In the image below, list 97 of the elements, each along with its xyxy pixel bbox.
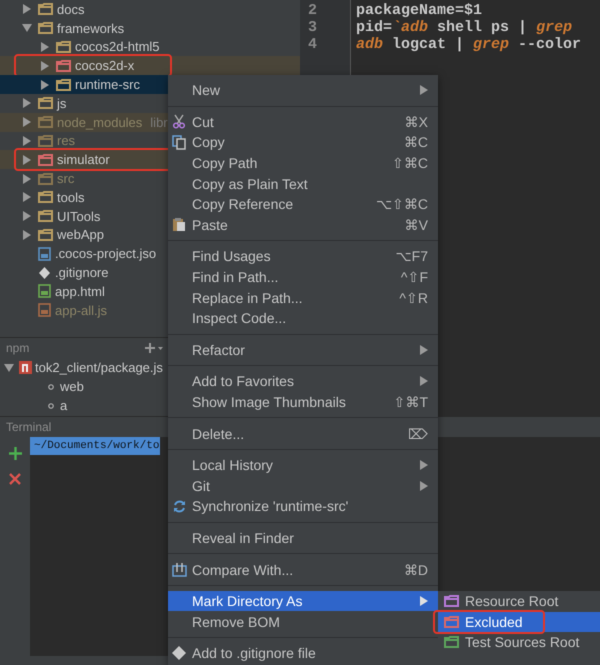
tree-item-label: app-all.js [55, 302, 108, 318]
menu-item[interactable]: Git [168, 476, 438, 496]
tree-item-label: frameworks [57, 20, 124, 36]
shortcut-label: ⇧⌘T [393, 394, 428, 410]
folder-icon [38, 172, 53, 185]
menu-item[interactable]: Local History [168, 454, 438, 476]
menu-item[interactable]: Paste ⌘V [168, 214, 438, 236]
menu-item[interactable]: Reveal in Finder [168, 528, 438, 548]
copy-icon [172, 134, 186, 150]
folder-icon [38, 228, 53, 241]
folder-icon [38, 116, 53, 128]
shortcut-label: ⌥⇧⌘C [376, 196, 428, 212]
tree-item-label: runtime-src [75, 77, 140, 92]
folder-icon [38, 3, 53, 16]
folder-icon [38, 191, 53, 204]
folder-icon [56, 40, 71, 53]
shortcut-label: ⌘D [404, 562, 428, 578]
tree-item-label: cocos2d-x [75, 58, 134, 74]
tree-item-label: js [57, 96, 66, 111]
menu-item[interactable]: Add to .gitignore file [168, 643, 438, 664]
menu-item[interactable]: Synchronize 'runtime-src' [168, 496, 438, 517]
line-number: 3 [307, 19, 318, 36]
line-number: 2 [307, 2, 318, 19]
menu-item[interactable]: Copy Reference ⌥⇧⌘C [168, 194, 438, 215]
scissors-icon [172, 114, 186, 130]
tree-item-label: UITools [57, 208, 100, 224]
shortcut-label: ^⇧F [400, 269, 428, 286]
folder-icon [444, 595, 459, 608]
menu-item[interactable]: Resource Root [438, 591, 600, 612]
menu-item[interactable]: Inspect Code... [168, 308, 438, 329]
tree-item-label: .gitignore [55, 265, 108, 280]
tree-item-label: cocos2d-html5 [75, 39, 160, 54]
tree-item-label: simulator [57, 152, 110, 168]
menu-item[interactable]: Add to Favorites [168, 371, 438, 392]
folder-icon [38, 210, 53, 222]
folder-icon [38, 134, 53, 147]
add-dropdown-icon[interactable] [144, 342, 164, 354]
script-item[interactable]: a [60, 398, 68, 414]
expanded-arrow-icon[interactable] [22, 23, 34, 34]
tree-item[interactable]: docs [0, 0, 300, 19]
menu-item[interactable]: Show Image Thumbnails ⇧⌘T [168, 392, 438, 412]
menu-item[interactable]: Remove BOM [168, 611, 438, 632]
shortcut-label: ⌦ [408, 426, 428, 442]
tree-item-label: res [57, 133, 76, 148]
folder-icon [38, 97, 53, 110]
panel-title: npm [6, 341, 30, 356]
menu-item[interactable]: Compare With... ⌘D [168, 559, 438, 580]
package-icon [19, 361, 32, 374]
terminal-tab[interactable]: ~/Documents/work/to [30, 437, 160, 455]
expanded-arrow-icon[interactable] [4, 362, 16, 373]
menu-item[interactable]: Copy as Plain Text [168, 173, 438, 194]
tree-item-label: app.html [55, 284, 105, 299]
add-icon[interactable] [8, 447, 22, 460]
menu-item[interactable]: Find in Path... ^⇧F [168, 266, 438, 288]
code-line: packageName=$1 [356, 2, 484, 19]
panel-title: Terminal [6, 420, 52, 434]
shortcut-label: ⌘V [404, 216, 428, 233]
tree-item-label: docs [57, 2, 84, 17]
sync-icon [172, 498, 187, 514]
package-label[interactable]: tok2_client/package.js [35, 360, 163, 376]
compare-icon [172, 562, 187, 578]
folder-icon [38, 154, 53, 166]
folder-icon [38, 22, 53, 34]
tree-item[interactable]: frameworks [0, 18, 300, 38]
shortcut-label: ⌥F7 [396, 248, 428, 264]
menu-item[interactable]: Replace in Path... ^⇧R [168, 287, 438, 308]
menu-item[interactable]: Refactor [168, 340, 438, 360]
line-number: 4 [307, 36, 318, 53]
close-icon[interactable] [9, 473, 21, 485]
shortcut-label: ^⇧R [399, 290, 428, 306]
code-line: adb logcat | grep --color [356, 36, 582, 53]
folder-icon [444, 616, 459, 628]
menu-item[interactable]: Copy ⌘C [168, 132, 438, 153]
menu-item[interactable]: Mark Directory As [168, 590, 438, 612]
script-item[interactable]: web [60, 379, 84, 394]
bullet-icon [48, 384, 54, 390]
tree-item-label: tools [57, 190, 84, 205]
folder-icon [56, 78, 71, 91]
menu-item[interactable]: Delete... ⌦ [168, 423, 438, 444]
folder-icon [444, 636, 459, 648]
code-line: pid=`adb shell ps | grep [356, 19, 574, 36]
tree-item[interactable]: cocos2d-html5 [0, 38, 300, 56]
git-icon [172, 646, 186, 660]
shortcut-label: ⇧⌘C [392, 155, 428, 172]
tree-item-label: node_modules [57, 114, 142, 130]
shortcut-label: ⌘X [404, 114, 428, 130]
tree-item[interactable]: cocos2d-x [0, 56, 300, 76]
tree-item-label: src [57, 171, 74, 186]
tree-item-note: libr [150, 114, 168, 130]
tree-item-label: .cocos-project.jso [55, 246, 156, 262]
folder-icon [56, 60, 71, 72]
tree-item-label: webApp [57, 227, 104, 242]
menu-item[interactable]: Test Sources Root [438, 632, 600, 653]
menu-item[interactable]: Find Usages ⌥F7 [168, 246, 438, 267]
shortcut-label: ⌘C [404, 134, 428, 150]
clipboard-icon [172, 217, 186, 232]
bullet-icon [48, 402, 54, 409]
